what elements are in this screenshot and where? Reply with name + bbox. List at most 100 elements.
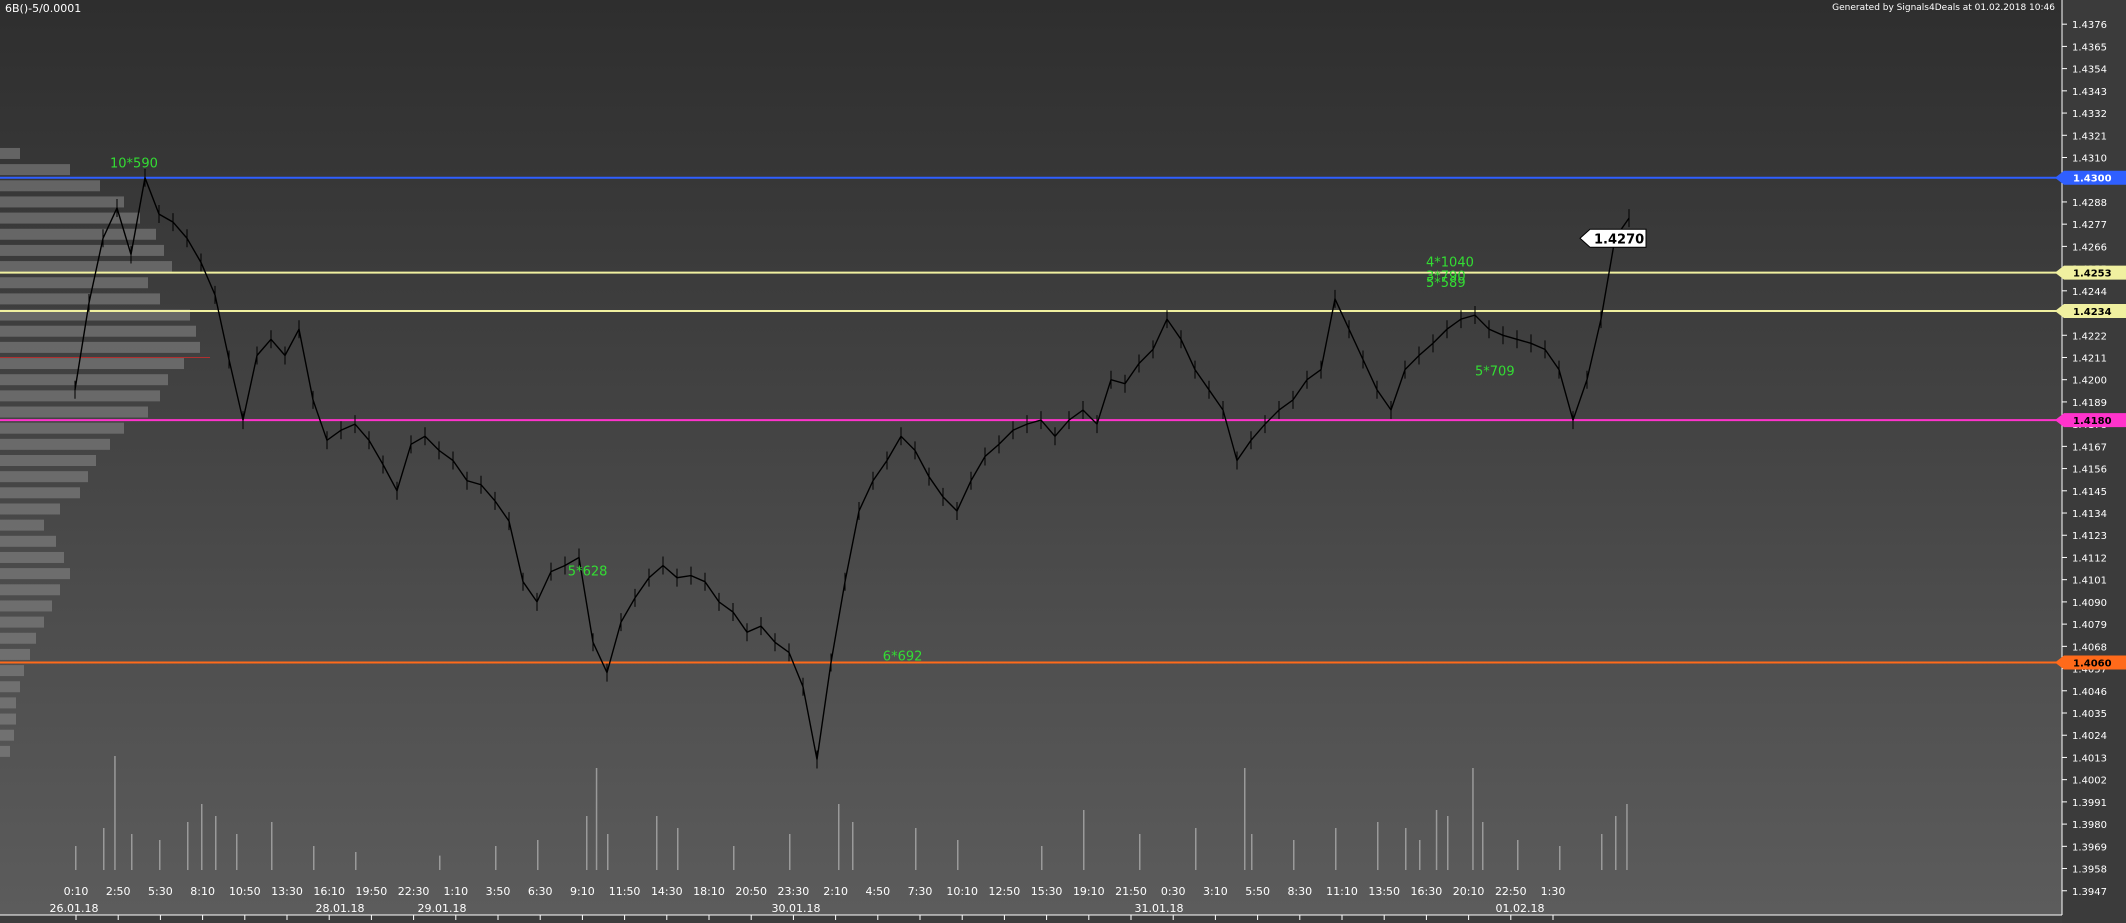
y-tick-label: 1.4112 (2072, 553, 2107, 564)
profile-bar (0, 745, 10, 757)
x-tick-label: 12:50 (989, 885, 1021, 898)
y-tick-label: 1.4079 (2072, 620, 2107, 631)
volume-bar (103, 828, 105, 870)
volume-bar (1482, 822, 1484, 870)
volume-bar (439, 855, 441, 870)
x-tick-label: 0:30 (1161, 885, 1186, 898)
x-tick-label: 16:10 (313, 885, 345, 898)
y-tick-label: 1.3980 (2072, 820, 2107, 831)
trade-annotation: 10*590 (110, 157, 158, 172)
profile-bar (0, 665, 24, 677)
volume-bar (1041, 846, 1043, 870)
x-tick-label: 23:30 (778, 885, 810, 898)
profile-bar (0, 147, 20, 159)
x-tick-label: 8:10 (190, 885, 215, 898)
x-tick-label: 2:10 (823, 885, 848, 898)
x-tick-label: 10:50 (229, 885, 261, 898)
y-tick-label: 1.4211 (2072, 353, 2107, 364)
volume-bar (677, 828, 679, 870)
volume-bar (201, 804, 203, 870)
x-tick-label: 5:30 (148, 885, 173, 898)
y-tick-label: 1.4332 (2072, 109, 2107, 120)
profile-bar (0, 584, 60, 596)
profile-bar (0, 600, 52, 612)
volume-bar (1405, 828, 1407, 870)
profile-bar (0, 341, 200, 353)
profile-bar (0, 261, 172, 273)
x-tick-label: 13:30 (271, 885, 303, 898)
volume-bar (838, 804, 840, 870)
current-price-value: 1.4270 (1594, 232, 1644, 247)
profile-bar (0, 681, 20, 693)
y-tick-label: 1.4046 (2072, 687, 2107, 698)
trade-annotation: 6*692 (883, 649, 923, 664)
y-tick-label: 1.3947 (2072, 887, 2107, 898)
x-tick-label: 4:50 (865, 885, 890, 898)
x-tick-label: 5:50 (1245, 885, 1270, 898)
x-tick-label: 18:10 (693, 885, 725, 898)
profile-bar (0, 277, 148, 289)
volume-bar (131, 834, 133, 870)
profile-bar (0, 503, 60, 515)
level-tag-label: 1.4180 (2073, 416, 2112, 427)
profile-bar (0, 455, 96, 466)
x-tick-label: 20:10 (1453, 885, 1485, 898)
level-tag-label: 1.4253 (2073, 269, 2112, 280)
x-tick-label: 9:10 (570, 885, 595, 898)
y-tick-label: 1.4035 (2072, 709, 2107, 720)
date-label: 28.01.18 (316, 902, 365, 915)
generated-label: Generated by Signals4Deals at 01.02.2018… (1832, 3, 2055, 13)
profile-bar (0, 406, 148, 418)
volume-bar (733, 846, 735, 870)
profile-bar (0, 358, 184, 370)
volume-bar (1517, 840, 1519, 870)
y-tick-label: 1.3991 (2072, 798, 2107, 809)
profile-bar (0, 390, 160, 402)
volume-bar (1377, 822, 1379, 870)
x-tick-label: 3:10 (1203, 885, 1228, 898)
profile-bar (0, 244, 164, 256)
y-tick-label: 1.4200 (2072, 376, 2107, 387)
volume-bar (1083, 810, 1085, 870)
y-tick-label: 1.3969 (2072, 842, 2107, 853)
y-tick-label: 1.4365 (2072, 42, 2107, 53)
volume-bar (595, 768, 598, 870)
volume-bar (1626, 804, 1628, 870)
plot-background (0, 0, 2062, 915)
volume-bar (187, 822, 189, 870)
price-chart: 10*5904*10403*7905*5895*7095*6286*692 1.… (0, 0, 2126, 923)
volume-bar (586, 816, 588, 870)
volume-bar (215, 816, 217, 870)
profile-bar (0, 697, 16, 709)
x-tick-label: 21:50 (1115, 885, 1147, 898)
volume-bar (236, 834, 238, 870)
volume-bar (1251, 834, 1253, 870)
y-tick-label: 1.4376 (2072, 20, 2107, 31)
y-tick-label: 1.4145 (2072, 487, 2107, 498)
profile-bar (0, 196, 124, 208)
y-tick-label: 1.4134 (2072, 509, 2107, 520)
volume-bar (957, 840, 959, 870)
profile-bar (0, 729, 14, 741)
x-tick-label: 7:30 (908, 885, 933, 898)
volume-bar (159, 840, 161, 870)
volume-bar (1472, 768, 1474, 870)
volume-bar (313, 846, 315, 870)
x-tick-label: 14:30 (651, 885, 683, 898)
volume-bar (852, 822, 854, 870)
volume-bar (656, 816, 658, 870)
y-tick-label: 1.4343 (2072, 87, 2107, 98)
date-label: 26.01.18 (50, 902, 99, 915)
y-tick-label: 1.4321 (2072, 131, 2107, 142)
y-tick-label: 1.4189 (2072, 398, 2107, 409)
x-tick-label: 2:50 (106, 885, 131, 898)
trade-annotation: 5*589 (1426, 276, 1466, 291)
x-tick-label: 15:30 (1031, 885, 1063, 898)
profile-bar (0, 422, 124, 434)
x-tick-label: 19:10 (1073, 885, 1105, 898)
x-tick-label: 11:10 (1326, 885, 1358, 898)
y-tick-label: 1.4167 (2072, 442, 2107, 453)
profile-bar (0, 551, 64, 563)
trade-annotation: 5*709 (1475, 365, 1515, 380)
volume-bar (271, 822, 273, 870)
